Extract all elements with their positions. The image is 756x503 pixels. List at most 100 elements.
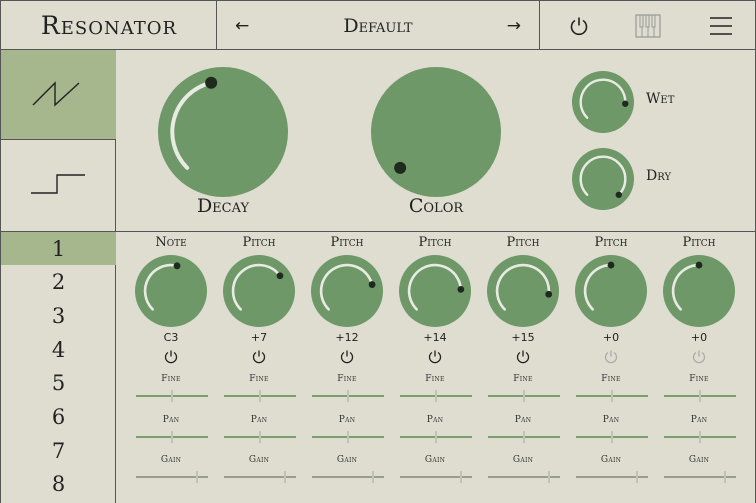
- voice-pitch-knob[interactable]: [398, 254, 472, 328]
- column-header: Pitch: [330, 235, 364, 250]
- gain-label: Gain: [248, 455, 270, 465]
- gain-slider[interactable]: [400, 471, 472, 483]
- fine-label: Fine: [601, 374, 621, 384]
- waveform-square-button[interactable]: [1, 140, 116, 229]
- column-header: Pitch: [506, 235, 540, 250]
- gain-label: Gain: [688, 455, 710, 465]
- power-button[interactable]: [561, 1, 597, 50]
- slider-thumb: [259, 390, 261, 402]
- wet-knob[interactable]: [571, 70, 635, 134]
- fine-slider[interactable]: [400, 390, 472, 402]
- header-bar: Resonator ← Default →: [0, 0, 756, 50]
- slider-thumb: [347, 431, 349, 443]
- voice-power-icon[interactable]: [251, 349, 267, 365]
- voice-item-5[interactable]: 5: [1, 367, 116, 400]
- left-panel: 12345678: [0, 50, 116, 503]
- pan-slider[interactable]: [664, 431, 736, 443]
- gain-slider[interactable]: [136, 471, 208, 483]
- dry-knob[interactable]: [571, 147, 635, 211]
- knob-indicator: [394, 161, 407, 174]
- fine-slider[interactable]: [488, 390, 560, 402]
- voice-power-icon[interactable]: [163, 349, 179, 365]
- pan-slider[interactable]: [576, 431, 648, 443]
- voice-power-icon[interactable]: [603, 349, 619, 365]
- knob-body: [158, 67, 288, 197]
- slider-thumb: [435, 431, 437, 443]
- column-value: +14: [423, 331, 447, 344]
- sawtooth-wave-icon: [32, 80, 79, 107]
- next-preset-button[interactable]: →: [507, 16, 521, 36]
- gain-slider[interactable]: [312, 471, 384, 483]
- slider-thumb: [371, 471, 374, 483]
- voice-item-1[interactable]: 1: [1, 232, 116, 265]
- column-header: Pitch: [682, 235, 716, 250]
- color-knob[interactable]: [370, 66, 502, 198]
- decay-label: Decay: [196, 195, 250, 217]
- slider-thumb: [283, 471, 286, 483]
- slider-thumb: [547, 471, 550, 483]
- voice-power-icon[interactable]: [339, 349, 355, 365]
- knob-indicator: [457, 285, 465, 293]
- wet-label: Wet: [646, 91, 675, 107]
- pan-slider[interactable]: [136, 431, 208, 443]
- voice-item-4[interactable]: 4: [1, 333, 116, 366]
- fine-slider[interactable]: [664, 390, 736, 402]
- voice-item-2[interactable]: 2: [1, 266, 116, 299]
- voice-item-6[interactable]: 6: [1, 401, 116, 434]
- square-wave-icon: [30, 173, 85, 194]
- pan-label: Pan: [250, 415, 268, 425]
- pan-label: Pan: [602, 415, 620, 425]
- pan-slider[interactable]: [400, 431, 472, 443]
- slider-thumb: [699, 431, 701, 443]
- gain-slider[interactable]: [576, 471, 648, 483]
- gain-label: Gain: [336, 455, 358, 465]
- fine-slider[interactable]: [136, 390, 208, 402]
- gain-slider[interactable]: [224, 471, 296, 483]
- pan-slider[interactable]: [224, 431, 296, 443]
- slider-thumb: [523, 431, 525, 443]
- divider: [539, 1, 540, 50]
- slider-thumb: [435, 390, 437, 402]
- voice-power-icon[interactable]: [691, 349, 707, 365]
- gain-slider[interactable]: [664, 471, 736, 483]
- gain-slider[interactable]: [488, 471, 560, 483]
- voice-item-3[interactable]: 3: [1, 299, 116, 332]
- pan-slider[interactable]: [312, 431, 384, 443]
- voice-pitch-knob[interactable]: [222, 254, 296, 328]
- fine-label: Fine: [161, 374, 181, 384]
- voice-note-knob[interactable]: [134, 254, 208, 328]
- decay-knob[interactable]: [157, 66, 289, 198]
- voice-pitch-knob[interactable]: [310, 254, 384, 328]
- keyboard-button[interactable]: [631, 1, 665, 50]
- voice-power-icon[interactable]: [515, 349, 531, 365]
- knob-indicator: [173, 262, 181, 270]
- voice-power-icon[interactable]: [427, 349, 443, 365]
- voice-item-7[interactable]: 7: [1, 434, 116, 467]
- hamburger-menu-icon: [710, 16, 732, 35]
- voice-item-8[interactable]: 8: [1, 468, 116, 501]
- pan-slider[interactable]: [488, 431, 560, 443]
- fine-label: Fine: [337, 374, 357, 384]
- waveform-saw-button[interactable]: [1, 50, 116, 139]
- color-label: Color: [408, 195, 464, 217]
- column-header: Pitch: [242, 235, 276, 250]
- knob-indicator: [368, 281, 376, 288]
- slider-thumb: [635, 471, 638, 483]
- fine-slider[interactable]: [576, 390, 648, 402]
- fine-slider[interactable]: [312, 390, 384, 402]
- slider-thumb: [523, 390, 525, 402]
- voice-pitch-knob[interactable]: [662, 254, 736, 328]
- pan-label: Pan: [514, 415, 532, 425]
- voice-pitch-knob[interactable]: [486, 254, 560, 328]
- voice-pitch-knob[interactable]: [574, 254, 648, 328]
- menu-button[interactable]: [705, 1, 737, 50]
- preset-name[interactable]: Default: [343, 15, 412, 37]
- knob-indicator: [622, 100, 629, 107]
- fine-slider[interactable]: [224, 390, 296, 402]
- prev-preset-button[interactable]: ←: [235, 16, 249, 36]
- pan-label: Pan: [162, 415, 180, 425]
- pan-label: Pan: [690, 415, 708, 425]
- divider: [116, 231, 756, 232]
- slider-thumb: [611, 390, 613, 402]
- plugin-title: Resonator: [40, 11, 178, 40]
